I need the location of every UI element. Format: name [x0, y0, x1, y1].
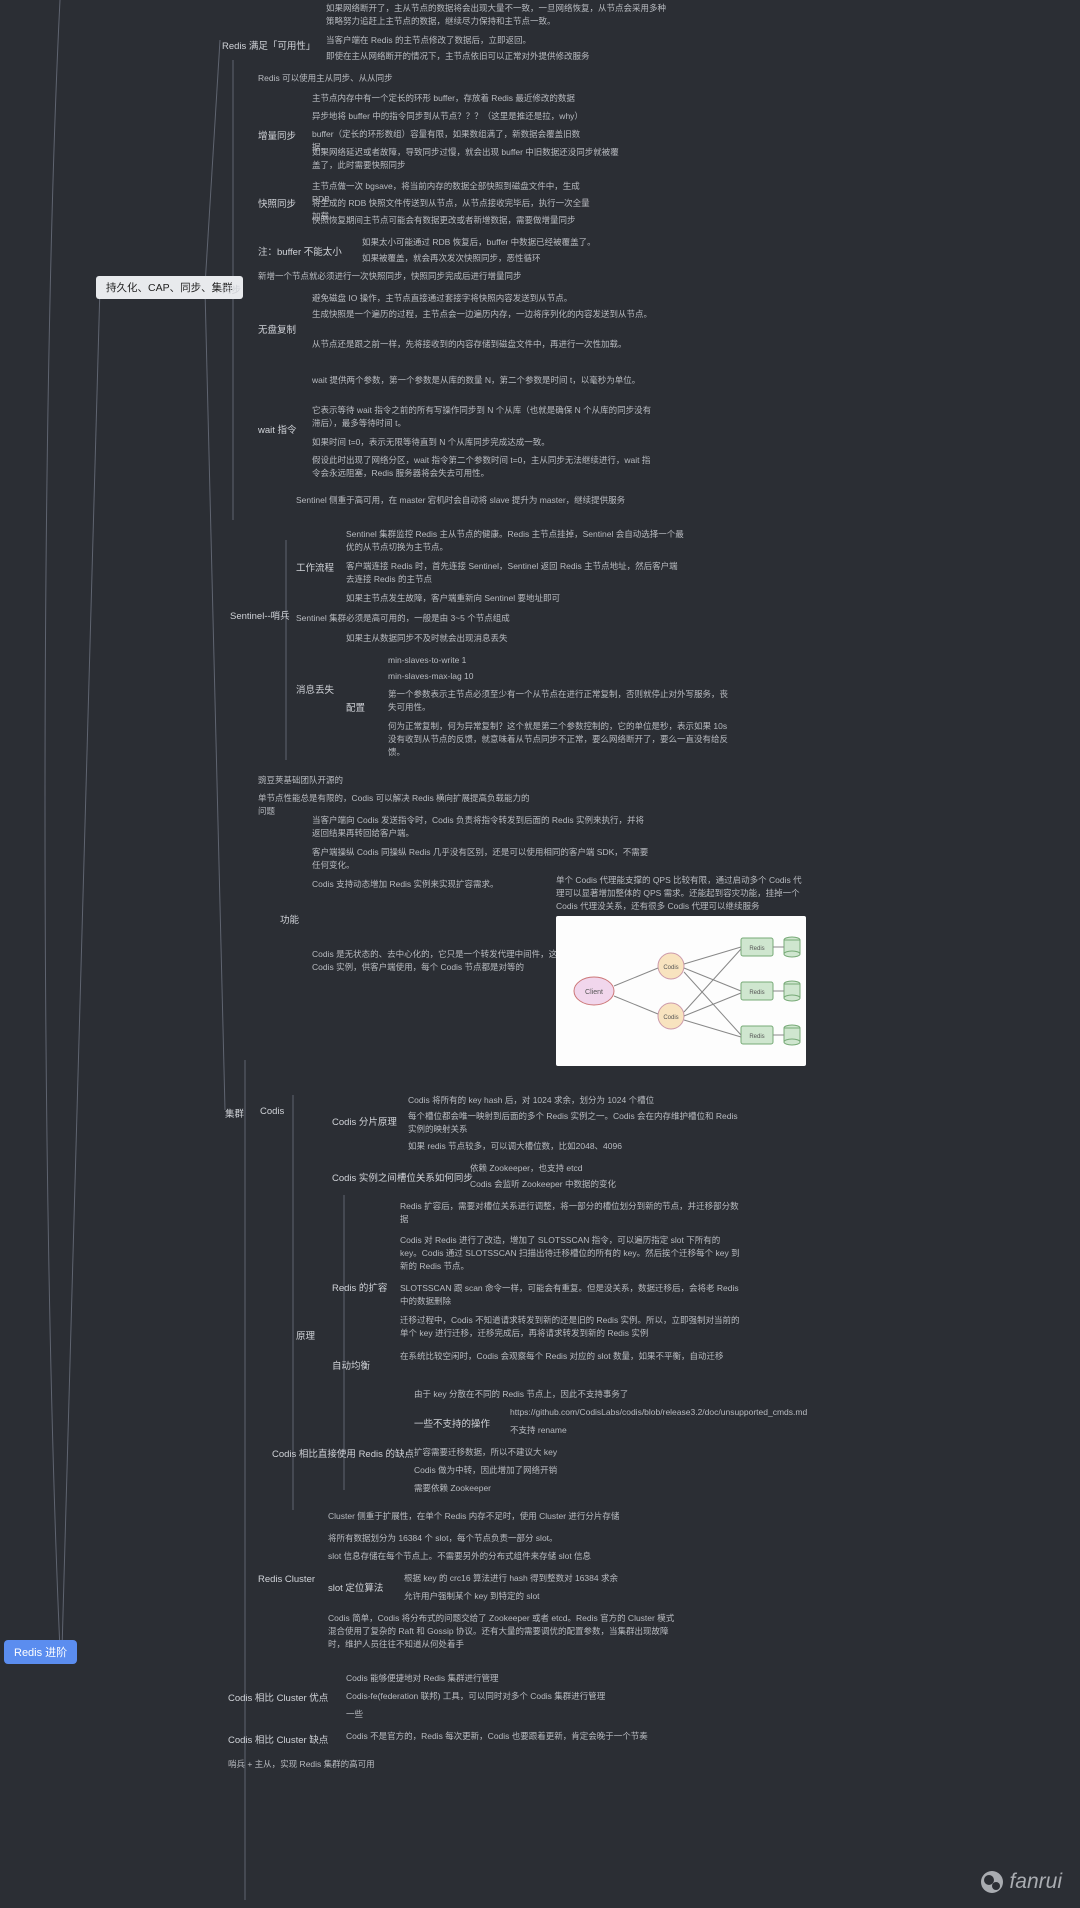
cons-unsup: 一些不支持的操作 [414, 1416, 490, 1430]
adv-1: Codis 能够便捷地对 Redis 集群进行管理 [346, 1672, 499, 1685]
cons-url: https://github.com/CodisLabs/codis/blob/… [510, 1406, 807, 1419]
expand-2: Codis 对 Redis 进行了改造，增加了 SLOTSSCAN 指令，可以遍… [400, 1234, 740, 1274]
cap-note3: 即使在主从网络断开的情况下，主节点依旧可以正常对外提供修改服务 [326, 50, 590, 63]
wait-2: 它表示等待 wait 指令之前的所有写操作同步到 N 个从库（也就是确保 N 个… [312, 404, 652, 430]
codis-func: 功能 [280, 912, 299, 926]
redis-expand: Redis 的扩容 [332, 1280, 387, 1294]
rc-1: Cluster 侧重于扩展性，在单个 Redis 内存不足时，使用 Cluste… [328, 1510, 619, 1523]
ml-cfg: 配置 [346, 700, 365, 714]
buffer-note: 注：buffer 不能太小 [258, 244, 342, 258]
ml-cfg-4: 何为正常复制，何为异常复制？这个就是第二个参数控制的，它的单位是秒，表示如果 1… [388, 720, 728, 760]
svg-text:Codis: Codis [663, 1015, 678, 1021]
incr-4: 如果网络延迟或者故障，导致同步过慢，就会出现 buffer 中旧数据还没同步就被… [312, 146, 622, 172]
ml-cfg-2: min-slaves-max-lag 10 [388, 670, 474, 683]
snap-sync: 快照同步 [258, 196, 296, 210]
workflow: 工作流程 [296, 560, 334, 574]
expand-4: 迁移过程中，Codis 不知道请求转发到新的还是旧的 Redis 实例。所以，立… [400, 1314, 740, 1340]
func-1: 当客户端向 Codis 发送指令时，Codis 负责将指令转发到后面的 Redi… [312, 814, 652, 840]
wait-4: 假设此时出现了网络分区，wait 指令第二个参数时间 t=0，主从同步无法继续进… [312, 454, 652, 480]
snap-3: 快照恢复期间主节点可能会有数据更改或者新增数据，需要做增量同步 [312, 214, 576, 227]
svg-text:Redis: Redis [749, 990, 764, 996]
cons-3: Codis 做为中转，因此增加了网络开销 [414, 1464, 557, 1477]
pea: 豌豆荚基础团队开源的 [258, 774, 343, 787]
diskless-1: 避免磁盘 IO 操作，主节点直接通过套接字将快照内容发送到从节点。 [312, 292, 572, 305]
incr-2: 异步地将 buffer 中的指令同步到从节点？？？（这里是推还是拉，why） [312, 110, 583, 123]
redis-cluster: Redis Cluster [258, 1574, 315, 1585]
sentinel-master: 哨兵 + 主从，实现 Redis 集群的高可用 [228, 1758, 375, 1771]
adv-3: 一些 [346, 1708, 363, 1721]
msg-lost: 消息丢失 [296, 682, 334, 696]
svg-text:Client: Client [585, 989, 603, 996]
redis-availability: Redis 满足「可用性」 [222, 38, 315, 52]
svg-text:Redis: Redis [749, 1034, 764, 1040]
cap-break-note: 如果网络断开了，主从节点的数据将会出现大量不一致，一旦网络恢复，从节点会采用多种… [326, 2, 666, 28]
codis-dis-label: Codis 相比 Cluster 缺点 [228, 1732, 328, 1746]
wf-3: 如果主节点发生故障，客户端重新向 Sentinel 要地址即可 [346, 592, 560, 605]
cons-rename: 不支持 rename [510, 1424, 567, 1437]
codis-arch-diagram: Client Codis Codis Redis Redis Redis [556, 916, 806, 1066]
incr-sync: 增量同步 [258, 128, 296, 142]
auto-balance: 自动均衡 [332, 1358, 370, 1372]
wf-1: Sentinel 集群监控 Redis 主从节点的健康。Redis 主节点挂掉，… [346, 528, 686, 554]
wechat-icon [981, 1871, 1003, 1893]
sync-type: Redis 可以使用主从同步、从从同步 [258, 72, 393, 85]
cons-2: 扩容需要迁移数据，所以不建议大 key [414, 1446, 557, 1459]
sentinel: Sentinel--哨兵 [230, 608, 290, 622]
wait-3: 如果时间 t=0，表示无限等待直到 N 个从库同步完成达成一致。 [312, 436, 550, 449]
cons-1: 由于 key 分散在不同的 Redis 节点上，因此不支持事务了 [414, 1388, 628, 1401]
wf-2: 客户端连接 Redis 时，首先连接 Sentinel，Sentinel 返回 … [346, 560, 686, 586]
wait-1: wait 提供两个参数，第一个参数是从库的数量 N，第二个参数是时间 t，以毫秒… [312, 374, 640, 387]
codis: Codis [260, 1106, 284, 1117]
ml-cfg-1: min-slaves-to-write 1 [388, 654, 466, 667]
wait-cmd: wait 指令 [258, 422, 297, 436]
sync-slot-2: Codis 会监听 Zookeeper 中数据的变化 [470, 1178, 616, 1191]
new-node: 新增一个节点就必须进行一次快照同步，快照同步完成后进行增量同步 [258, 270, 522, 283]
auto-1: 在系统比较空闲时，Codis 会观察每个 Redis 对应的 slot 数量，如… [400, 1350, 724, 1363]
expand-3: SLOTSSCAN 跟 scan 命令一样，可能会有重复。但是没关系，数据迁移后… [400, 1282, 740, 1308]
rc-slot-1: 根据 key 的 crc16 算法进行 hash 得到整数对 16384 求余 [404, 1572, 618, 1585]
shard-3: 如果 redis 节点较多，可以调大槽位数，比如2048、4096 [408, 1140, 622, 1153]
rc-slot: slot 定位算法 [328, 1580, 383, 1594]
buffer-2: 如果被覆盖，就会再次发次快照同步，恶性循环 [362, 252, 541, 265]
codis-cons: Codis 相比直接使用 Redis 的缺点 [272, 1446, 414, 1460]
diskless-3: 从节点还是跟之前一样，先将接收到的内容存储到磁盘文件中，再进行一次性加载。 [312, 338, 627, 351]
buffer-1: 如果太小可能通过 RDB 恢复后，buffer 中数据已经被覆盖了。 [362, 236, 596, 249]
diskless-2: 生成快照是一个遍历的过程，主节点会一边遍历内存，一边将序列化的内容发送到从节点。 [312, 308, 652, 321]
main-node[interactable]: 持久化、CAP、同步、集群 [96, 276, 243, 299]
root-node[interactable]: Redis 进阶 [4, 1640, 77, 1664]
root-label: Redis 进阶 [14, 1647, 67, 1659]
adv-2: Codis-fe(federation 联邦) 工具，可以同时对多个 Codis… [346, 1690, 605, 1703]
sent-1: Sentinel 侧重于高可用，在 master 宕机时会自动将 slave 提… [296, 494, 625, 507]
main-node-label: 持久化、CAP、同步、集群 [106, 282, 233, 294]
svg-text:Codis: Codis [663, 965, 678, 971]
theory: 原理 [296, 1328, 315, 1342]
incr-1: 主节点内存中有一个定长的环形 buffer，存放着 Redis 最近修改的数据 [312, 92, 575, 105]
codis-adv-label: Codis 相比 Cluster 优点 [228, 1690, 328, 1704]
cap-note2: 当客户端在 Redis 的主节点修改了数据后，立即返回。 [326, 34, 531, 47]
ml-1: 如果主从数据同步不及时就会出现消息丢失 [346, 632, 508, 645]
func-side: 单个 Codis 代理能支撑的 QPS 比较有限，通过启动多个 Codis 代理… [556, 874, 806, 914]
rc-3: slot 信息存储在每个节点上。不需要另外的分布式组件来存储 slot 信息 [328, 1550, 591, 1563]
func-2: 客户端操纵 Codis 同操纵 Redis 几乎没有区别，还是可以使用相同的客户… [312, 846, 652, 872]
codis-shard: Codis 分片原理 [332, 1114, 397, 1128]
rc-note: Codis 简单，Codis 将分布式的问题交给了 Zookeeper 或者 e… [328, 1612, 678, 1652]
diskless: 无盘复制 [258, 322, 296, 336]
cons-4: 需要依赖 Zookeeper [414, 1482, 491, 1495]
sync-slot-1: 依赖 Zookeeper，也支持 etcd [470, 1162, 582, 1175]
shard-1: Codis 将所有的 key hash 后，对 1024 求余，划分为 1024… [408, 1094, 654, 1107]
expand-1: Redis 扩容后，需要对槽位关系进行调整，将一部分的槽位划分到新的节点，并迁移… [400, 1200, 740, 1226]
rc-slot-2: 允许用户强制某个 key 到特定的 slot [404, 1590, 540, 1603]
dis-1: Codis 不是官方的，Redis 每次更新，Codis 也要跟着更新，肯定会晚… [346, 1730, 648, 1743]
ml-cfg-3: 第一个参数表示主节点必须至少有一个从节点在进行正常复制，否则就停止对外写服务，丧… [388, 688, 728, 714]
cluster-label: 集群 [225, 1106, 244, 1120]
sync-slot: Codis 实例之间槽位关系如何同步 [332, 1170, 473, 1184]
shard-2: 每个槽位都会唯一映射到后面的多个 Redis 实例之一。Codis 会在内存维护… [408, 1110, 748, 1136]
rc-2: 将所有数据划分为 16384 个 slot，每个节点负责一部分 slot。 [328, 1532, 558, 1545]
func-3: Codis 支持动态增加 Redis 实例来实现扩容需求。 [312, 878, 499, 891]
svg-text:Redis: Redis [749, 946, 764, 952]
sync-label: 同步 [222, 282, 241, 296]
sent-cluster: Sentinel 集群必须是高可用的，一般是由 3~5 个节点组成 [296, 612, 510, 625]
watermark-text: fanrui [1009, 1870, 1062, 1894]
watermark: fanrui [981, 1870, 1062, 1894]
